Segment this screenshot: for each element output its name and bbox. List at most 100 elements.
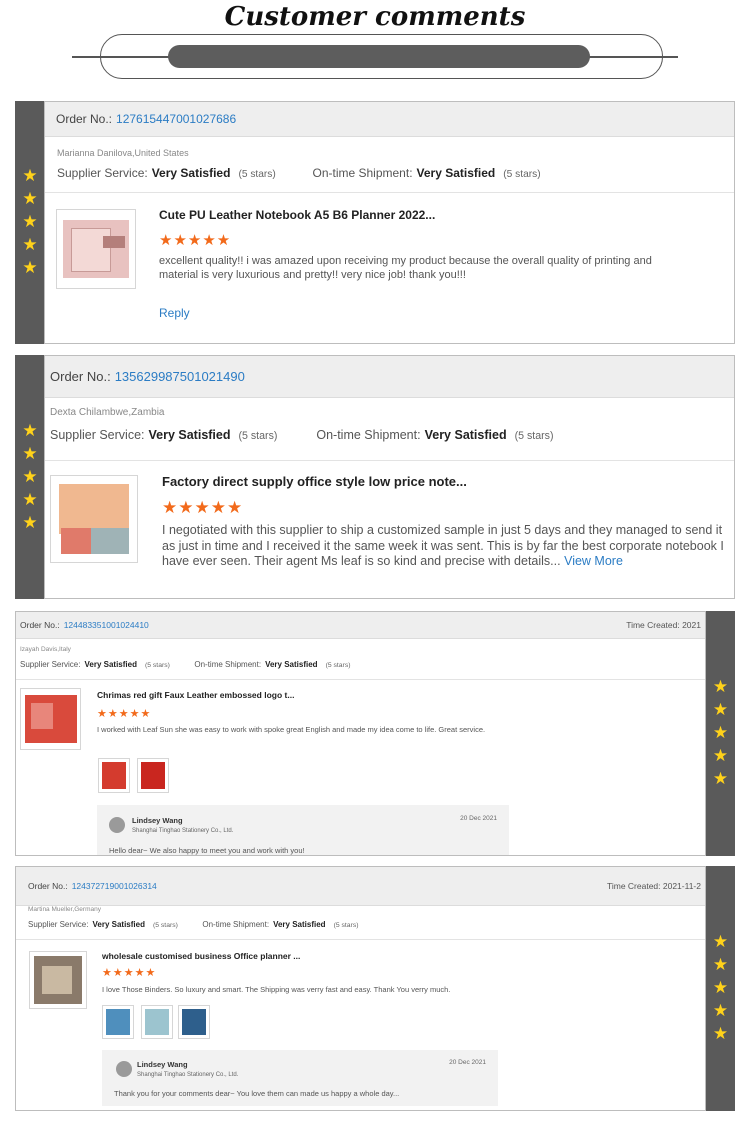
shipment-label: On-time Shipment: [202, 920, 270, 929]
rating-stars: ★★★★★ [159, 231, 232, 249]
rating-stars: ★★★★★ [162, 498, 244, 518]
star-icon: ★ [712, 746, 729, 766]
star-icon: ★ [712, 677, 729, 697]
order-number-link[interactable]: 124372719001026314 [72, 881, 157, 891]
order-number-link[interactable]: 124483351001024410 [64, 620, 149, 630]
product-thumbnail[interactable] [56, 209, 136, 289]
ratings-row: Supplier Service: Very Satisfied (5 stars)… [28, 920, 359, 929]
reply-company: Shanghai Tinghao Stationery Co., Ltd. [132, 828, 234, 834]
star-icon: ★ [712, 978, 729, 998]
avatar [116, 1061, 132, 1077]
product-thumbnail[interactable] [50, 475, 138, 563]
review-photo[interactable] [141, 1005, 173, 1039]
product-title-link[interactable]: Chrimas red gift Faux Leather embossed l… [97, 690, 294, 700]
avatar [109, 817, 125, 833]
review-card: Order No.: 124483351001024410 Time Creat… [15, 611, 706, 856]
rating-stars: ★★★★★ [102, 966, 157, 979]
order-number-link[interactable]: 135629987501021490 [115, 369, 245, 384]
supplier-service-value: Very Satisfied [92, 920, 145, 929]
shipment-value: Very Satisfied [265, 660, 318, 669]
review-photo[interactable] [102, 1005, 134, 1039]
supplier-service-value: Very Satisfied [148, 428, 231, 442]
product-title-link[interactable]: Factory direct supply office style low p… [162, 474, 467, 489]
star-icon: ★ [712, 932, 729, 952]
review-card: Order No.: 135629987501021490 Dexta Chil… [44, 355, 735, 599]
order-bar: Order No.: 124372719001026314 Time Creat… [16, 867, 705, 906]
time-created: Time Created: 2021-11-2 [606, 881, 701, 891]
reply-author: Lindsey Wang [137, 1060, 188, 1069]
customer-name: Izayah Davis,Italy [20, 646, 71, 653]
ratings-row: Supplier Service: Very Satisfied (5 stars)… [20, 660, 351, 669]
review-stars-strip: ★ ★ ★ ★ ★ [706, 611, 735, 856]
reply-text: Thank you for your comments dear~ You lo… [114, 1089, 400, 1098]
supplier-service-label: Supplier Service: [50, 428, 145, 442]
order-bar: Order No.: 124483351001024410 Time Creat… [16, 612, 705, 639]
header-decorative-bar [168, 45, 590, 68]
review-photo[interactable] [178, 1005, 210, 1039]
star-icon: ★ [712, 700, 729, 720]
shipment-label: On-time Shipment: [194, 660, 262, 669]
star-icon: ★ [712, 955, 729, 975]
order-label: Order No.: [20, 620, 60, 630]
rating-stars: ★★★★★ [97, 707, 152, 720]
review-card: Order No.: 127615447001027686 Marianna D… [44, 101, 735, 344]
reply-text: Hello dear~ We also happy to meet you an… [109, 846, 305, 855]
supplier-stars-count: (5 stars) [152, 922, 178, 929]
page-title: Customer comments [224, 2, 526, 32]
reply-author: Lindsey Wang [132, 816, 183, 825]
review-text: excellent quality!! i was amazed upon re… [159, 255, 652, 281]
shipment-stars-count: (5 stars) [325, 662, 351, 669]
supplier-stars-count: (5 stars) [238, 430, 278, 442]
review-photo[interactable] [98, 758, 130, 793]
review-stars-strip: ★ ★ ★ ★ ★ [706, 866, 735, 1111]
review-photo[interactable] [137, 758, 169, 793]
customer-name: Martina Mueller,Germany [28, 906, 101, 913]
review-text: I worked with Leaf Sun she was easy to w… [97, 725, 486, 734]
star-icon: ★ [22, 212, 38, 232]
review-text-body: I negotiated with this supplier to ship … [162, 523, 724, 568]
star-icon: ★ [712, 1024, 729, 1044]
divider [16, 679, 705, 680]
ratings-row: Supplier Service: Very Satisfied (5 stars)… [57, 166, 541, 180]
shipment-stars-count: (5 stars) [514, 430, 554, 442]
supplier-stars-count: (5 stars) [238, 169, 276, 180]
shipment-value: Very Satisfied [416, 166, 496, 180]
review-text: I love Those Binders. So luxury and smar… [102, 985, 451, 994]
supplier-service-label: Supplier Service: [28, 920, 89, 929]
review-text: I negotiated with this supplier to ship … [162, 523, 732, 570]
reply-company: Shanghai Tinghao Stationery Co., Ltd. [137, 1072, 239, 1078]
ratings-row: Supplier Service: Very Satisfied (5 stars)… [50, 428, 554, 442]
review-stars-strip: ★ ★ ★ ★ ★ [15, 355, 45, 599]
reply-link[interactable]: Reply [159, 306, 190, 320]
shipment-label: On-time Shipment: [316, 428, 421, 442]
star-icon: ★ [22, 258, 38, 278]
product-thumbnail[interactable] [20, 688, 81, 750]
divider [16, 939, 705, 940]
order-bar: Order No.: 135629987501021490 [45, 356, 734, 398]
star-icon: ★ [22, 235, 38, 255]
product-thumbnail[interactable] [29, 951, 87, 1009]
product-title-link[interactable]: wholesale customised business Office pla… [102, 951, 300, 961]
reply-date: 20 Dec 2021 [449, 1059, 486, 1066]
product-title-link[interactable]: Cute PU Leather Notebook A5 B6 Planner 2… [159, 208, 435, 222]
order-bar: Order No.: 127615447001027686 [45, 102, 734, 137]
reply-date: 20 Dec 2021 [460, 815, 497, 822]
shipment-stars-count: (5 stars) [503, 169, 541, 180]
supplier-reply: Lindsey Wang Shanghai Tinghao Stationery… [97, 805, 509, 855]
star-icon: ★ [22, 466, 38, 487]
star-icon: ★ [22, 166, 38, 186]
supplier-service-label: Supplier Service: [20, 660, 81, 669]
review-card: Order No.: 124372719001026314 Time Creat… [15, 866, 706, 1111]
star-icon: ★ [22, 420, 38, 441]
shipment-value: Very Satisfied [273, 920, 326, 929]
customer-name: Marianna Danilova,United States [57, 148, 189, 158]
view-more-link[interactable]: View More [564, 554, 623, 568]
star-icon: ★ [22, 489, 38, 510]
divider [45, 460, 734, 461]
supplier-reply: Lindsey Wang Shanghai Tinghao Stationery… [102, 1050, 498, 1106]
star-icon: ★ [22, 512, 38, 533]
star-icon: ★ [712, 723, 729, 743]
order-number-link[interactable]: 127615447001027686 [116, 112, 236, 126]
shipment-label: On-time Shipment: [312, 166, 413, 180]
supplier-stars-count: (5 stars) [144, 662, 170, 669]
